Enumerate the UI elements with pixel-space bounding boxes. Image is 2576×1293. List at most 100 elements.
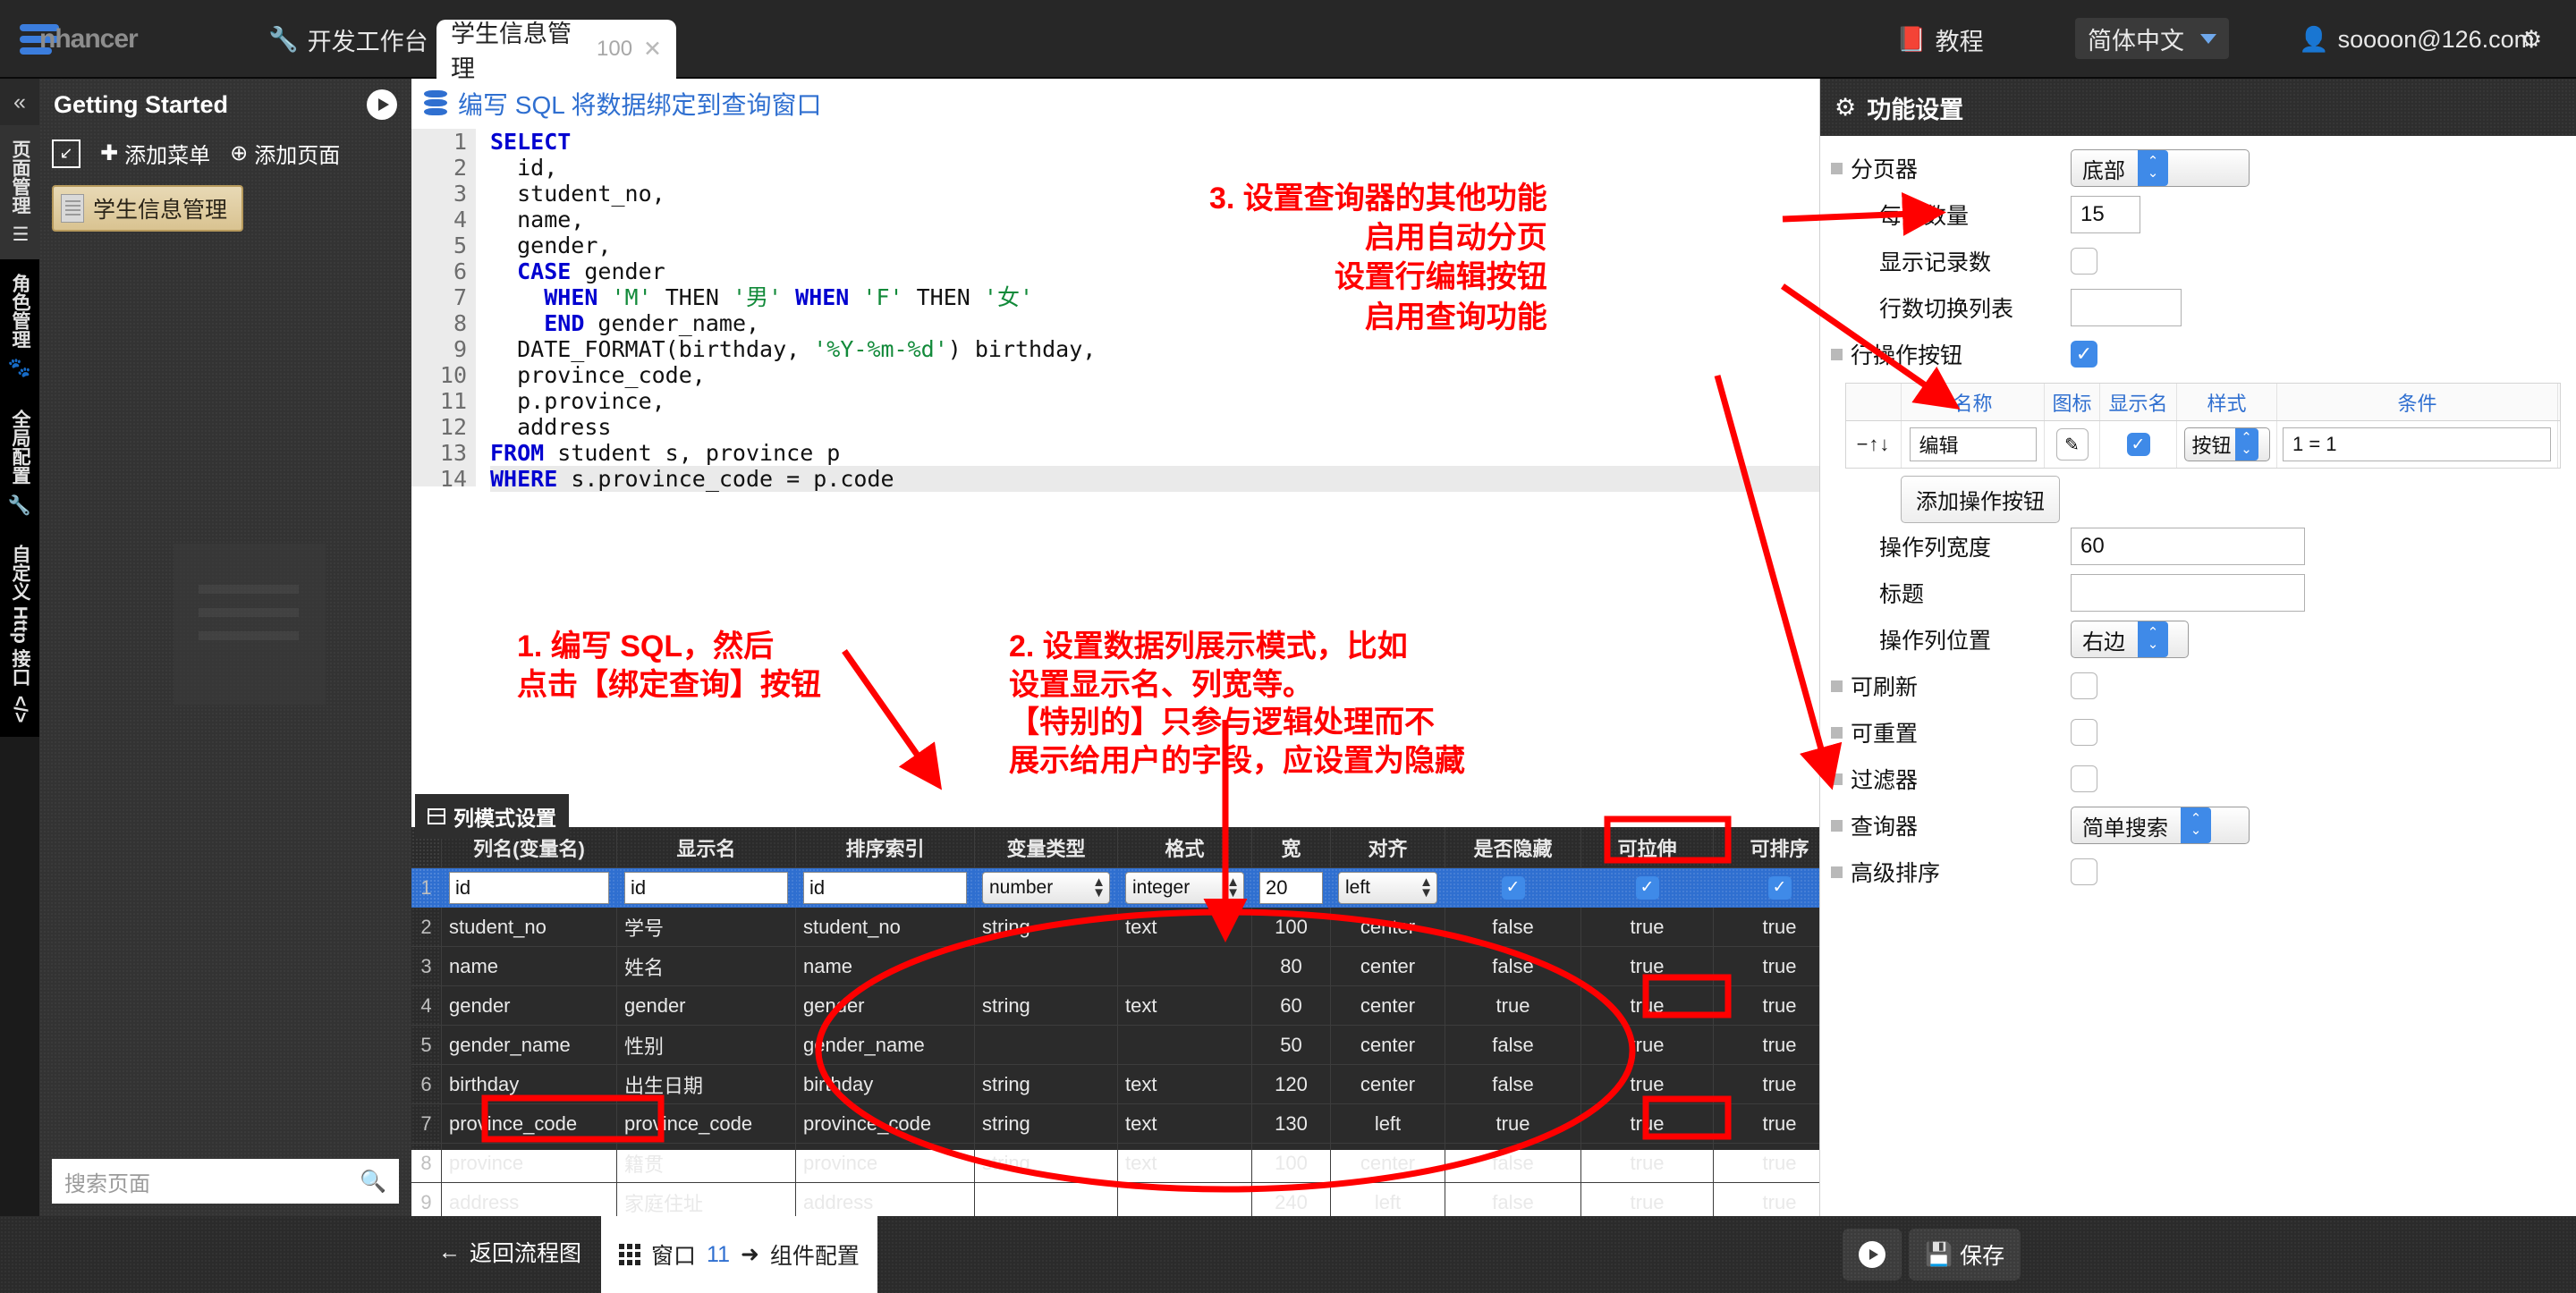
table-cell-width[interactable]: 120 xyxy=(1252,1065,1331,1104)
table-cell-width[interactable]: 60 xyxy=(1252,986,1331,1026)
table-cell-hidden[interactable]: false xyxy=(1445,1065,1581,1104)
table-cell-type[interactable]: string xyxy=(975,908,1118,947)
table-cell-sort[interactable]: province_code xyxy=(796,1104,975,1144)
op-style-select[interactable]: 按钮 ⌃⌄ xyxy=(2184,427,2270,461)
sql-editor[interactable]: 1234567891011121314 SELECT id, student_n… xyxy=(411,129,1819,486)
table-cell-hidden[interactable]: true xyxy=(1445,1104,1581,1144)
table-cell-format[interactable]: text xyxy=(1118,908,1252,947)
rail-tab-role-management[interactable]: 角色管理 🐾 xyxy=(0,259,39,395)
display-input[interactable]: id xyxy=(624,872,788,904)
table-cell-stretch[interactable]: true xyxy=(1581,1065,1714,1104)
code-line[interactable]: WHEN 'M' THEN '男' WHEN 'F' THEN '女' xyxy=(490,284,1819,310)
row-switch-input[interactable] xyxy=(2071,289,2182,326)
table-cell-stretch[interactable]: true xyxy=(1581,1104,1714,1144)
table-cell-name[interactable]: name xyxy=(442,947,617,986)
code-line[interactable]: WHERE s.province_code = p.code xyxy=(490,466,1819,492)
table-cell-align[interactable]: center xyxy=(1331,1144,1445,1183)
table-cell-name[interactable]: province_code xyxy=(442,1104,617,1144)
table-cell-stretch[interactable]: true xyxy=(1581,986,1714,1026)
column-header[interactable]: 宽 xyxy=(1252,827,1331,868)
sortable-checkbox[interactable]: ✓ xyxy=(1768,876,1792,900)
stretch-checkbox[interactable]: ✓ xyxy=(1636,876,1659,900)
code-line[interactable]: name, xyxy=(490,207,1819,232)
table-cell-name[interactable]: province xyxy=(442,1144,617,1183)
table-cell-sort[interactable]: student_no xyxy=(796,908,975,947)
table-cell-name[interactable]: gender xyxy=(442,986,617,1026)
pager-select[interactable]: 底部 ⌃⌄ xyxy=(2071,149,2250,187)
sort-input[interactable]: id xyxy=(803,872,967,904)
page-tree-item-student-info[interactable]: 学生信息管理 xyxy=(52,185,243,232)
column-header[interactable]: 排序索引 xyxy=(796,827,975,868)
show-count-checkbox[interactable] xyxy=(2071,248,2097,275)
per-page-input[interactable]: 15 xyxy=(2071,196,2140,233)
code-line[interactable]: DATE_FORMAT(birthday, '%Y-%m-%d') birthd… xyxy=(490,336,1819,362)
table-cell-name[interactable]: gender_name xyxy=(442,1026,617,1065)
code-line[interactable]: address xyxy=(490,414,1819,440)
column-header[interactable]: 可拉伸 xyxy=(1581,827,1714,868)
op-col-width-input[interactable]: 60 xyxy=(2071,528,2305,565)
table-cell-sort[interactable]: gender xyxy=(796,986,975,1026)
rail-tab-custom-http[interactable]: 自定义 Http 接口 </> xyxy=(0,530,39,737)
table-cell-sort[interactable]: id xyxy=(796,868,975,908)
table-cell-format[interactable] xyxy=(1118,1026,1252,1065)
table-cell-display[interactable]: 性别 xyxy=(617,1026,796,1065)
table-cell-type[interactable] xyxy=(975,1026,1118,1065)
table-cell-align[interactable]: center xyxy=(1331,1065,1445,1104)
page-search-input[interactable]: 搜索页面 🔍 xyxy=(52,1159,399,1204)
table-cell-display[interactable]: 学号 xyxy=(617,908,796,947)
table-cell-align[interactable]: center xyxy=(1331,986,1445,1026)
table-cell-align[interactable]: left▲▼ xyxy=(1331,868,1445,908)
collapse-sidebar-button[interactable]: « xyxy=(0,79,39,125)
width-input[interactable]: 20 xyxy=(1259,872,1323,904)
table-cell-align[interactable]: left xyxy=(1331,1104,1445,1144)
table-cell-sort[interactable]: birthday xyxy=(796,1065,975,1104)
rail-tab-page-management[interactable]: 页面管理 ☰ xyxy=(0,125,39,259)
table-cell-hidden[interactable]: false xyxy=(1445,908,1581,947)
code-line[interactable]: student_no, xyxy=(490,181,1819,207)
table-cell-format[interactable]: text xyxy=(1118,1065,1252,1104)
save-button[interactable]: 💾 保存 xyxy=(1909,1229,2021,1280)
code-line[interactable]: CASE gender xyxy=(490,258,1819,284)
table-cell-align[interactable]: center xyxy=(1331,947,1445,986)
refreshable-checkbox[interactable] xyxy=(2071,672,2097,699)
table-cell-type[interactable]: string xyxy=(975,1104,1118,1144)
table-cell-stretch[interactable]: ✓ xyxy=(1581,868,1714,908)
user-account[interactable]: 👤 soooon@126.com xyxy=(2299,18,2534,61)
rail-tab-global-config[interactable]: 全局配置 🔧 xyxy=(0,395,39,531)
column-header[interactable]: 显示名 xyxy=(617,827,796,868)
code-line[interactable]: p.province, xyxy=(490,388,1819,414)
table-cell-name[interactable]: id xyxy=(442,868,617,908)
preview-button[interactable] xyxy=(1843,1229,1902,1280)
table-cell-type[interactable]: number▲▼ xyxy=(975,868,1118,908)
op-name-input[interactable]: 编辑 xyxy=(1910,427,2037,461)
close-icon[interactable]: ✕ xyxy=(643,36,662,63)
table-cell-hidden[interactable]: false xyxy=(1445,1144,1581,1183)
add-page-button[interactable]: ⊕ 添加页面 xyxy=(230,138,340,169)
op-showname-checkbox[interactable]: ✓ xyxy=(2127,433,2150,456)
table-cell-align[interactable]: center xyxy=(1331,1026,1445,1065)
hidden-checkbox[interactable]: ✓ xyxy=(1502,876,1525,900)
breadcrumb[interactable]: 窗口 11 ➜ 组件配置 xyxy=(601,1216,877,1293)
table-cell-display[interactable]: province_code xyxy=(617,1104,796,1144)
name-input[interactable]: id xyxy=(449,872,609,904)
code-line[interactable]: FROM student s, province p xyxy=(490,440,1819,466)
table-cell-width[interactable]: 100 xyxy=(1252,908,1331,947)
table-cell-display[interactable]: 姓名 xyxy=(617,947,796,986)
table-cell-stretch[interactable]: true xyxy=(1581,1026,1714,1065)
column-header[interactable]: 变量类型 xyxy=(975,827,1118,868)
table-cell-format[interactable] xyxy=(1118,947,1252,986)
filter-checkbox[interactable] xyxy=(2071,765,2097,792)
pencil-icon[interactable]: ✎ xyxy=(2056,428,2089,461)
column-header[interactable]: 是否隐藏 xyxy=(1445,827,1581,868)
table-cell-type[interactable] xyxy=(975,947,1118,986)
language-selector[interactable]: 简体中文 xyxy=(2075,18,2229,59)
table-cell-type[interactable]: string xyxy=(975,986,1118,1026)
op-position-select[interactable]: 右边 ⌃⌄ xyxy=(2071,621,2189,658)
code-line[interactable]: id, xyxy=(490,155,1819,181)
format-select[interactable]: integer▲▼ xyxy=(1125,872,1244,904)
table-cell-type[interactable]: string xyxy=(975,1144,1118,1183)
table-cell-format[interactable]: integer▲▼ xyxy=(1118,868,1252,908)
table-cell-sort[interactable]: name xyxy=(796,947,975,986)
add-menu-button[interactable]: ✚ 添加菜单 xyxy=(100,138,210,169)
op-condition-input[interactable]: 1 = 1 xyxy=(2283,427,2551,461)
